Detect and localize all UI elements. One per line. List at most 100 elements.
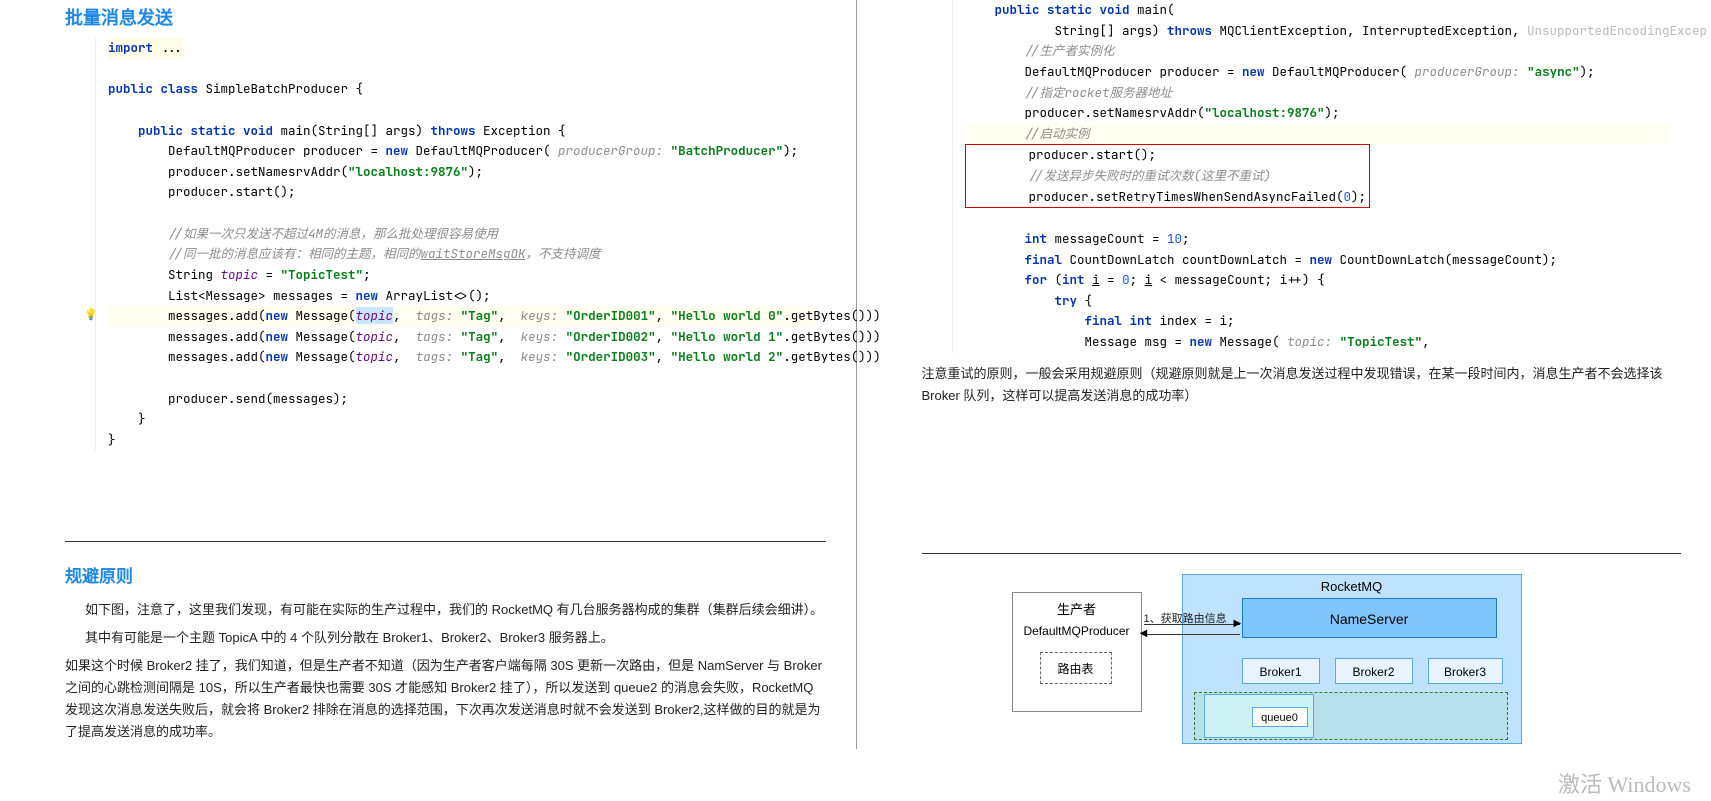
tags3: tags: [416, 348, 454, 365]
import-rest: ... [153, 39, 183, 56]
r-i2: i [1145, 271, 1153, 288]
r-new2: new [1310, 251, 1333, 268]
add2: messages.add( [108, 328, 266, 345]
comma1: , [393, 307, 416, 324]
kw-new3: new [266, 307, 289, 324]
batch-send-title: 批量消息发送 [65, 4, 826, 30]
r-final: final [965, 251, 1063, 268]
msg3: Message( [288, 348, 356, 365]
r-semi: ; [1182, 230, 1190, 247]
r-retry: producer.setRetryTimesWhenSendAsyncFaile… [969, 188, 1344, 205]
r-finalint: final int [965, 312, 1153, 329]
r-zero2: 0 [1122, 271, 1130, 288]
hello0: "Hello world 0" [671, 307, 784, 324]
str-topictest: "TopicTest" [281, 266, 364, 283]
avoid-para1: 如下图，注意了，这里我们发现，有可能在实际的生产过程中，我们的 RocketMQ… [85, 599, 826, 621]
r-new1: new [1242, 63, 1265, 80]
r-ten: 10 [1167, 230, 1182, 247]
add3: messages.add( [108, 348, 266, 365]
r-args: String[] args) [965, 22, 1168, 39]
topic-hl: topic [356, 307, 394, 324]
r-try: try [965, 292, 1078, 309]
throws-ex: Exception { [476, 122, 566, 139]
broker1-box: Broker1 [1242, 658, 1320, 684]
arrow-left-icon: ◀ [1140, 628, 1148, 639]
separator-left [65, 541, 826, 542]
r-cdl2: CountDownLatch(messageCount); [1332, 251, 1557, 268]
broker2-box: Broker2 [1335, 658, 1413, 684]
getbytes3: .getBytes())) [783, 348, 881, 365]
queue0-box: queue0 [1252, 707, 1308, 727]
r-int2: int [1062, 271, 1085, 288]
r-start: producer.start(); [969, 146, 1157, 163]
r-i1: i [1092, 271, 1100, 288]
tag3: "Tag" [453, 348, 498, 365]
tag1: "Tag" [453, 307, 498, 324]
architecture-diagram: RocketMQ NameServer Broker1 Broker2 Brok… [962, 574, 1522, 744]
set-namesrv: producer.setNamesrvAddr( [108, 163, 348, 180]
r-for: for [965, 271, 1048, 288]
r-forrest: < messageCount; i++) { [1152, 271, 1325, 288]
r-namesrv: producer.setNamesrvAddr( [965, 104, 1205, 121]
r-producer: DefaultMQProducer producer = [965, 63, 1243, 80]
comment-waitstore: waitStoreMsgOK [421, 245, 526, 262]
arrow-line-bottom [1144, 634, 1240, 635]
paren2: ); [468, 163, 483, 180]
arrow-right-icon: ▶ [1234, 618, 1242, 629]
r-semi2: ; [1130, 271, 1145, 288]
comma5: , [498, 328, 521, 345]
tags2: tags: [416, 328, 454, 345]
main-sig: main(String[] args) [273, 122, 431, 139]
r-msgcount: messageCount = [1047, 230, 1167, 247]
comment-batch1: //同一批的消息应该有：相同的主题，相同的 [108, 245, 421, 262]
getbytes2: .getBytes())) [783, 328, 881, 345]
close-brace2: } [108, 431, 116, 448]
topic-var: topic [221, 266, 259, 283]
close-brace1: } [108, 410, 146, 427]
rocketmq-label: RocketMQ [1183, 575, 1521, 598]
comma2: , [498, 307, 521, 324]
class-decl: SimpleBatchProducer { [198, 80, 363, 97]
kw-new2: new [356, 287, 379, 304]
kw-public-class: public class [108, 80, 198, 97]
param-group: producerGroup: [558, 142, 663, 159]
add1: messages.add( [108, 307, 266, 324]
r-exc: MQClientException, InterruptedException, [1212, 22, 1527, 39]
r-topicstr: "TopicTest" [1332, 333, 1422, 350]
avoid-title: 规避原则 [65, 562, 826, 587]
r-msgcomma: , [1422, 333, 1430, 350]
avoid-para3: 如果这个时候 Broker2 挂了，我们知道，但是生产者不知道（因为生产者客户端… [65, 655, 826, 743]
tags1: tags: [416, 307, 454, 324]
producer-new: DefaultMQProducer producer = [108, 142, 386, 159]
r-throws: throws [1167, 22, 1212, 39]
r-main: main( [1130, 1, 1175, 18]
hello2: "Hello world 2" [671, 348, 784, 365]
comment-4m: //如果一次只发送不超过4M的消息，那么批处理很容易使用 [108, 225, 498, 242]
comma6: , [656, 328, 671, 345]
kw-new4: new [266, 328, 289, 345]
r-zero: 0 [1344, 188, 1352, 205]
kw-new5: new [266, 348, 289, 365]
getbytes1: .getBytes())) [783, 307, 881, 324]
comma7: , [393, 348, 416, 365]
separator-right [922, 553, 1682, 554]
kw-main: public static void [108, 122, 273, 139]
code-async: public static void main( String[] args) … [952, 0, 1682, 353]
watermark-text: 激活 Windows [1558, 767, 1691, 799]
arrow-line-top [1144, 624, 1240, 625]
comma4: , [393, 328, 416, 345]
r-ctor: DefaultMQProducer( [1265, 63, 1415, 80]
bulb-icon: 💡 [84, 306, 98, 324]
r-new3: new [1190, 333, 1213, 350]
kw-import: import [108, 39, 153, 56]
code-simple-batch: import ... public class SimpleBatchProdu… [95, 38, 826, 451]
order1: "OrderID001" [558, 307, 656, 324]
order3: "OrderID003" [558, 348, 656, 365]
comment-batch2: ，不支持调度 [526, 245, 601, 262]
r-sp [1085, 271, 1093, 288]
r-kw-main: public static void [965, 1, 1130, 18]
topic-decl1: String [108, 266, 221, 283]
comma3: , [656, 307, 671, 324]
r-paren1: ); [1580, 63, 1595, 80]
avoid-para2: 其中有可能是一个主题 TopicA 中的 4 个队列分散在 Broker1、Br… [85, 627, 826, 649]
